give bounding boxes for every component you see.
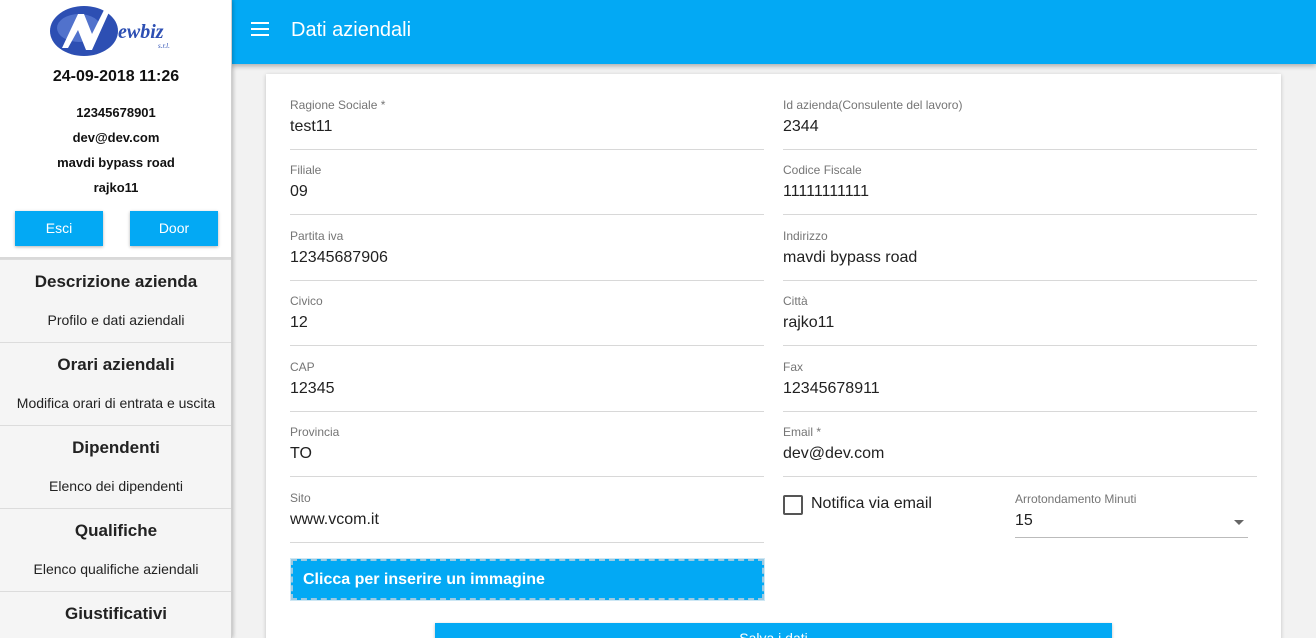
vat-number-field[interactable]: Partita iva 12345687906 [290, 229, 764, 281]
company-id-label: Id azienda(Consulente del lavoro) [783, 98, 963, 112]
company-name-label: Ragione Sociale * [290, 98, 386, 112]
nav-item-employee-list[interactable]: Elenco dei dipendenti [0, 466, 231, 509]
nav-title-company: Descrizione azienda [34, 272, 198, 291]
svg-text:ewbiz: ewbiz [118, 21, 164, 43]
branch-value: 09 [290, 183, 308, 200]
rounding-minutes-select[interactable]: Arrotondamento Minuti 15 [1015, 492, 1248, 538]
postal-code-value: 12345 [290, 380, 335, 397]
branch-field[interactable]: Filiale 09 [290, 163, 764, 215]
city-label: Città [783, 294, 808, 308]
fax-value: 12345678911 [783, 380, 880, 397]
tax-code-value: 11111111111 [783, 183, 870, 200]
address-field[interactable]: Indirizzo mavdi bypass road [783, 229, 1257, 281]
checkbox-unchecked-icon[interactable] [783, 495, 803, 515]
company-name-value: test11 [290, 118, 333, 135]
rounding-minutes-label: Arrotondamento Minuti [1015, 492, 1137, 506]
sidebar: ewbiz s.r.l. 24-09-2018 11:26 1234567890… [0, 0, 232, 638]
province-label: Provincia [290, 425, 340, 439]
hamburger-menu-icon[interactable] [251, 22, 271, 40]
city-value: rajko11 [783, 314, 835, 331]
rounding-minutes-value: 15 [1015, 512, 1033, 529]
upload-image-button[interactable]: Clicca per inserire un immagine [290, 558, 765, 601]
nav-section-justifications: Giustificativi [0, 591, 231, 638]
province-value: TO [290, 445, 312, 462]
postal-code-field[interactable]: CAP 12345 [290, 360, 764, 412]
vat-number-label: Partita iva [290, 229, 344, 243]
user-email: dev@dev.com [72, 130, 160, 145]
fax-field[interactable]: Fax 12345678911 [783, 360, 1257, 412]
user-vat-number: 12345678901 [76, 105, 156, 120]
nav-item-company-profile[interactable]: Profilo e dati aziendali [0, 300, 231, 343]
fax-label: Fax [783, 360, 804, 374]
address-label: Indirizzo [783, 229, 828, 243]
nav-title-justifications: Giustificativi [64, 604, 168, 623]
notify-email-label: Notifica via email [811, 495, 932, 512]
company-logo: ewbiz s.r.l. [48, 4, 188, 58]
website-value: www.vcom.it [290, 511, 379, 528]
nav-section-hours: Orari aziendali Modifica orari di entrat… [0, 342, 231, 426]
tax-code-label: Codice Fiscale [783, 163, 862, 177]
vat-number-value: 12345687906 [290, 249, 388, 266]
svg-text:s.r.l.: s.r.l. [158, 42, 170, 50]
street-number-label: Civico [290, 294, 323, 308]
company-name-field[interactable]: Ragione Sociale * test11 [290, 98, 764, 150]
logout-button[interactable]: Esci [15, 211, 103, 246]
street-number-field[interactable]: Civico 12 [290, 294, 764, 346]
nav-section-qualifications: Qualifiche Elenco qualifiche aziendali [0, 508, 231, 592]
company-id-value: 2344 [783, 118, 819, 135]
app-header: Dati aziendali [231, 0, 1316, 64]
page-title: Dati aziendali [291, 19, 412, 41]
tax-code-field[interactable]: Codice Fiscale 11111111111 [783, 163, 1257, 215]
nav-title-employees: Dipendenti [72, 438, 160, 457]
nav-title-qualifications: Qualifiche [74, 521, 158, 540]
newbiz-logo-icon: ewbiz s.r.l. [50, 6, 170, 56]
current-datetime: 24-09-2018 11:26 [52, 68, 180, 85]
city-field[interactable]: Città rajko11 [783, 294, 1257, 346]
email-field[interactable]: Email * dev@dev.com [783, 425, 1257, 477]
nav-title-hours: Orari aziendali [57, 355, 175, 374]
street-number-value: 12 [290, 314, 308, 331]
company-data-form: Ragione Sociale * test11 Filiale 09 Part… [266, 74, 1281, 638]
company-id-field[interactable]: Id azienda(Consulente del lavoro) 2344 [783, 98, 1257, 150]
website-label: Sito [290, 491, 311, 505]
email-value: dev@dev.com [783, 445, 885, 462]
user-city: rajko11 [93, 180, 139, 195]
postal-code-label: CAP [290, 360, 315, 374]
user-address: mavdi bypass road [57, 155, 175, 170]
branch-label: Filiale [290, 163, 322, 177]
nav-item-edit-hours[interactable]: Modifica orari di entrata e uscita [0, 383, 231, 426]
door-button[interactable]: Door [130, 211, 218, 246]
province-field[interactable]: Provincia TO [290, 425, 764, 477]
website-field[interactable]: Sito www.vcom.it [290, 491, 764, 543]
save-button[interactable]: Salva i dati [435, 623, 1112, 638]
chevron-down-icon[interactable] [1234, 520, 1244, 525]
nav-section-employees: Dipendenti Elenco dei dipendenti [0, 425, 231, 509]
nav-item-qualification-list[interactable]: Elenco qualifiche aziendali [0, 549, 231, 592]
address-value: mavdi bypass road [783, 249, 918, 266]
email-label: Email * [783, 425, 822, 439]
nav-section-company: Descrizione azienda Profilo e dati azien… [0, 259, 231, 343]
